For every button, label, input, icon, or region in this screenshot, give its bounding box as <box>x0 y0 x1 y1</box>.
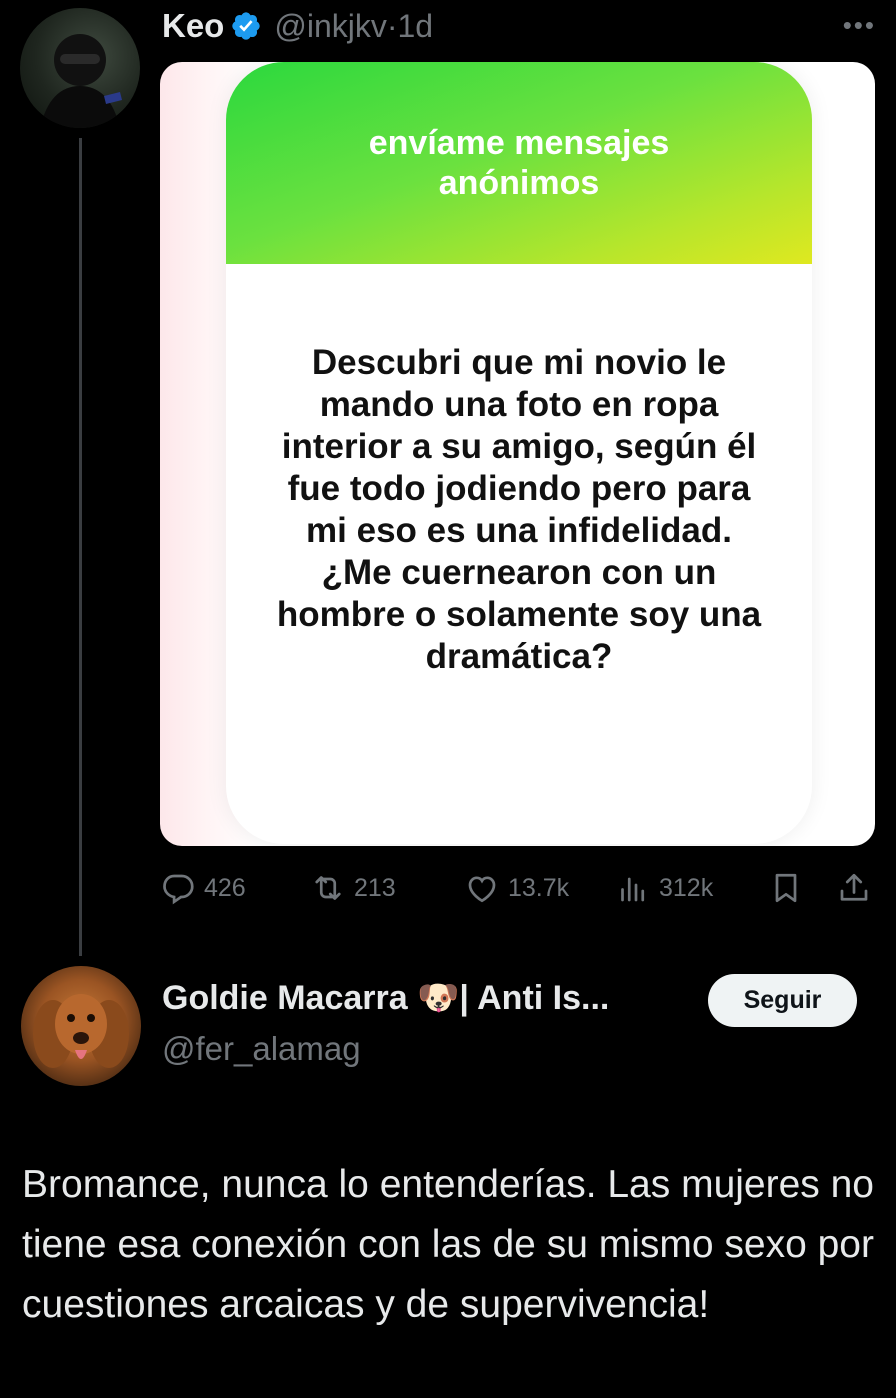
bookmark-action[interactable] <box>768 866 804 910</box>
reply-action[interactable]: 426 <box>160 866 246 910</box>
card-question-text: Descubri que mi novio le mando una foto … <box>276 343 762 676</box>
card-header-text: envíame mensajes anónimos <box>368 124 670 202</box>
share-icon <box>840 873 868 901</box>
card-header: envíame mensajes anónimos <box>226 62 812 264</box>
author-avatar[interactable] <box>20 8 140 128</box>
reply-icon <box>163 874 194 905</box>
share-action[interactable] <box>836 866 872 910</box>
anonymous-message-card: envíame mensajes anónimos Descubri que m… <box>226 62 812 844</box>
views-count: 312k <box>659 873 714 902</box>
retweet-count: 213 <box>354 873 396 902</box>
more-options-icon[interactable]: ••• <box>843 10 876 41</box>
retweet-action[interactable]: 213 <box>310 866 396 910</box>
like-count: 13.7k <box>508 873 570 902</box>
follow-button[interactable]: Seguir <box>708 974 857 1027</box>
reply-author-handle[interactable]: @fer_alamag <box>162 1030 361 1068</box>
reply-text: Bromance, nunca lo entenderías. Las muje… <box>22 1163 875 1326</box>
reply-author-avatar[interactable] <box>21 966 141 1086</box>
tweet-header: Keo @inkjkv·1d <box>162 2 433 50</box>
tweet-media-image[interactable]: envíame mensajes anónimos Descubri que m… <box>160 62 875 846</box>
verified-badge-icon[interactable] <box>230 10 262 42</box>
timestamp[interactable]: 1d <box>398 8 434 44</box>
reply-author-name[interactable]: Goldie Macarra 🐶| Anti Is... <box>162 978 609 1018</box>
author-handle[interactable]: @inkjkv·1d <box>274 8 433 45</box>
views-action[interactable]: 312k <box>615 866 713 910</box>
tweet-actions-bar: 426 213 13.7k 312k <box>160 866 875 910</box>
views-chart-icon <box>621 877 645 902</box>
retweet-icon <box>315 876 341 900</box>
reply-count: 426 <box>204 873 246 902</box>
thread-connector-line <box>79 138 82 956</box>
masked-person-avatar-icon <box>40 34 122 128</box>
bookmark-icon <box>775 873 797 903</box>
author-name[interactable]: Keo <box>162 7 224 45</box>
like-action[interactable]: 13.7k <box>464 866 569 910</box>
heart-icon <box>468 876 496 903</box>
dog-avatar-icon <box>33 994 129 1068</box>
